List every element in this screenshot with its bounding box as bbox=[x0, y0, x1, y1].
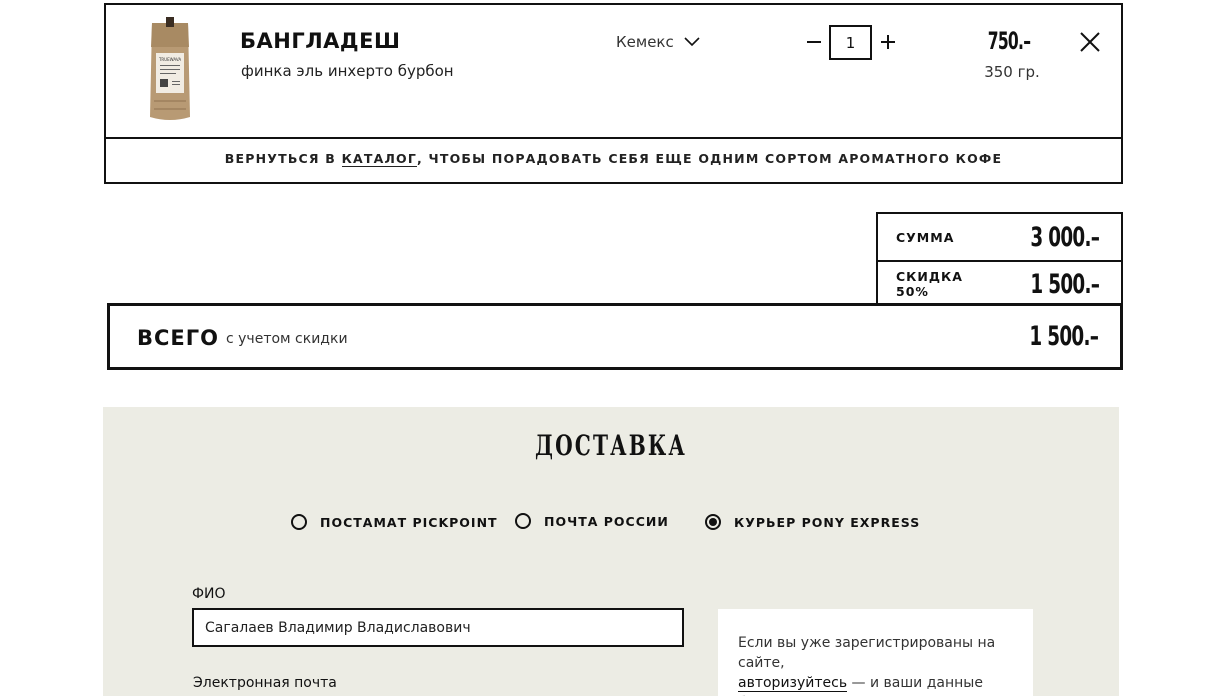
email-field-label: Электронная почта bbox=[193, 675, 337, 691]
total-box: ВСЕГО с учетом скидки 1 500.– bbox=[107, 303, 1123, 370]
sum-row: СУММА 3 000.– bbox=[878, 214, 1121, 260]
delivery-option-label: КУРЬЕР PONY EXPRESS bbox=[734, 514, 921, 530]
total-value: 1 500.– bbox=[1029, 321, 1099, 352]
delivery-option-label: ПОСТАМАТ PICKPOINT bbox=[320, 514, 498, 530]
name-field-label: ФИО bbox=[192, 586, 226, 602]
discount-value: 1 500.– bbox=[1030, 268, 1100, 300]
delivery-option-pony-express[interactable]: КУРЬЕР PONY EXPRESS bbox=[705, 514, 920, 530]
item-price: 750.– bbox=[987, 27, 1031, 55]
catalog-link[interactable]: КАТАЛОГ bbox=[341, 151, 418, 167]
total-note: с учетом скидки bbox=[226, 331, 348, 347]
radio-icon bbox=[515, 513, 531, 529]
delivery-option-russian-post[interactable]: ПОЧТА РОССИИ bbox=[515, 513, 669, 529]
delivery-title: ДОСТАВКА bbox=[534, 429, 688, 462]
quantity-increase-button[interactable] bbox=[877, 29, 899, 55]
back-suffix: , ЧТОБЫ ПОРАДОВАТЬ СЕБЯ ЕЩЕ ОДНИМ СОРТОМ… bbox=[417, 151, 1003, 166]
brew-method-value: Кемекс bbox=[616, 33, 674, 51]
radio-icon bbox=[291, 514, 307, 530]
login-hint-card: Если вы уже зарегистрированы на сайте, а… bbox=[718, 609, 1033, 696]
cart-divider bbox=[106, 137, 1121, 139]
radio-selected-icon bbox=[705, 514, 721, 530]
discount-row: СКИДКА 50% 1 500.– bbox=[878, 260, 1121, 306]
delivery-option-label: ПОЧТА РОССИИ bbox=[544, 513, 669, 529]
quantity-field[interactable]: 1 bbox=[829, 25, 872, 60]
sum-label: СУММА bbox=[896, 229, 955, 245]
summary-box: СУММА 3 000.– СКИДКА 50% 1 500.– bbox=[876, 212, 1123, 306]
minus-icon bbox=[807, 41, 821, 43]
sum-value: 3 000.– bbox=[1030, 221, 1100, 253]
back-prefix: ВЕРНУТЬСЯ В bbox=[224, 151, 342, 166]
cart-item-block: TRUEWAVA БАНГЛАДЕШ финка эль инхерто бур… bbox=[104, 3, 1123, 184]
name-input[interactable] bbox=[192, 608, 684, 647]
login-hint-text: Если вы уже зарегистрированы на сайте, bbox=[738, 635, 996, 671]
brew-method-dropdown[interactable]: Кемекс bbox=[616, 31, 700, 53]
delivery-section: ДОСТАВКА ПОСТАМАТ PICKPOINT ПОЧТА РОССИИ… bbox=[103, 407, 1119, 696]
quantity-decrease-button[interactable] bbox=[804, 29, 824, 55]
plus-icon bbox=[881, 35, 895, 49]
delivery-option-pickpoint[interactable]: ПОСТАМАТ PICKPOINT bbox=[291, 514, 498, 530]
remove-item-close-icon[interactable] bbox=[1079, 31, 1101, 53]
back-to-catalog-text: ВЕРНУТЬСЯ В КАТАЛОГ, ЧТОБЫ ПОРАДОВАТЬ СЕ… bbox=[106, 151, 1121, 167]
chevron-down-icon bbox=[684, 37, 700, 47]
login-link[interactable]: авторизуйтесь bbox=[738, 675, 848, 692]
product-description: финка эль инхерто бурбон bbox=[241, 62, 454, 80]
coffee-package-image: TRUEWAVA bbox=[150, 17, 190, 120]
product-name: БАНГЛАДЕШ bbox=[240, 29, 401, 53]
package-brand-text: TRUEWAVA bbox=[158, 57, 181, 62]
total-label: ВСЕГО bbox=[137, 326, 219, 350]
discount-label: СКИДКА 50% bbox=[896, 269, 963, 299]
item-weight: 350 гр. bbox=[984, 63, 1040, 81]
